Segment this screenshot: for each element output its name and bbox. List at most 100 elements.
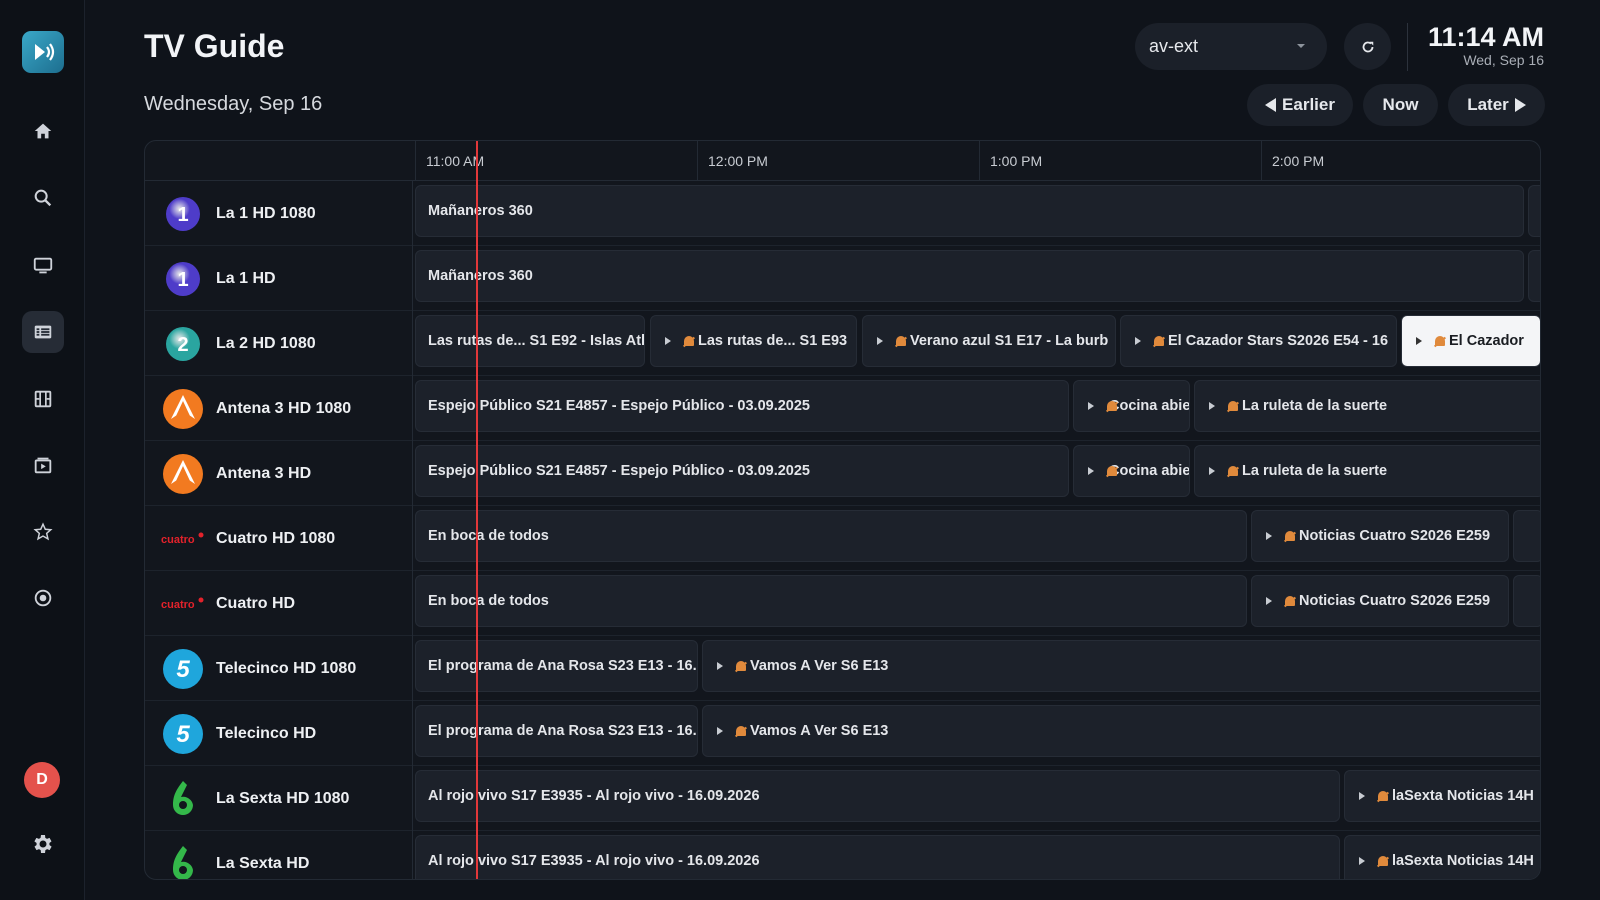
channel-cell[interactable]: Antena 3 HD 1080	[145, 376, 413, 441]
app-logo[interactable]	[22, 31, 64, 73]
later-label: Later	[1467, 95, 1509, 114]
program-cell[interactable]: Las rutas de... S1 E92 - Islas Atlántic	[415, 315, 645, 367]
play-icon	[717, 662, 723, 670]
program-cell[interactable]: Vamos A Ver S6 E13	[702, 705, 1540, 757]
program-cell[interactable]: En boca de todos	[415, 510, 1247, 562]
program-title: La ruleta de la suerte	[1242, 398, 1388, 414]
program-cell[interactable]	[1528, 250, 1540, 302]
channel-name: La Sexta HD	[216, 854, 310, 872]
program-title: El Cazador Stars S2026 E54 - 16	[1168, 333, 1389, 349]
program-cell[interactable]: La ruleta de la suerte	[1194, 445, 1540, 497]
now-button[interactable]: Now	[1363, 84, 1438, 126]
program-cell[interactable]	[1513, 575, 1540, 627]
program-cell[interactable]: laSexta Noticias 14H	[1344, 770, 1540, 822]
earlier-button[interactable]: Earlier	[1247, 84, 1353, 126]
program-cell[interactable]: El programa de Ana Rosa S23 E13 - 16.09.…	[415, 705, 698, 757]
program-cell[interactable]: Espejo Público S21 E4857 - Espejo Públic…	[415, 445, 1069, 497]
program-cell[interactable]: En boca de todos	[415, 575, 1247, 627]
channel-logo-la2: 2	[161, 322, 205, 366]
program-cell[interactable]: Cocina abierta	[1073, 445, 1190, 497]
program-cell[interactable]: Noticias Cuatro S2026 E259	[1251, 575, 1509, 627]
nav-series[interactable]	[22, 444, 64, 486]
gear-icon	[34, 835, 52, 853]
channel-row: Antena 3 HD Espejo Público S21 E4857 - Es…	[145, 441, 1540, 506]
program-title: Verano azul S1 E17 - La burb	[910, 333, 1109, 349]
play-icon	[665, 337, 671, 345]
bell-off-icon	[1284, 530, 1296, 543]
channel-cell[interactable]: 2 La 2 HD 1080	[145, 311, 413, 376]
program-title: Cocina abierta	[1109, 398, 1190, 414]
program-title: Cocina abierta	[1109, 463, 1190, 479]
program-cell[interactable]	[1528, 185, 1540, 237]
channel-name: La 1 HD	[216, 269, 276, 287]
channel-cell[interactable]: Antena 3 HD	[145, 441, 413, 506]
program-cell[interactable]: laSexta Noticias 14H	[1344, 835, 1540, 879]
channel-logo-antena3	[161, 452, 205, 496]
program-cell[interactable]: Espejo Público S21 E4857 - Espejo Públic…	[415, 380, 1069, 432]
channel-cell[interactable]: 5 Telecinco HD 1080	[145, 636, 413, 701]
program-cell[interactable]: El programa de Ana Rosa S23 E13 - 16.09.…	[415, 640, 698, 692]
source-select[interactable]: av-ext	[1135, 23, 1327, 70]
program-cell[interactable]: Las rutas de... S1 E93	[650, 315, 857, 367]
nav-search[interactable]	[22, 177, 64, 219]
channel-name: Antena 3 HD 1080	[216, 399, 352, 417]
program-cell[interactable]: Mañaneros 360	[415, 185, 1524, 237]
bell-off-icon	[735, 660, 747, 673]
earlier-label: Earlier	[1282, 95, 1335, 114]
program-title: Noticias Cuatro S2026 E259	[1299, 528, 1491, 544]
svg-text:2: 2	[177, 334, 188, 356]
program-title: Mañaneros 360	[428, 203, 533, 219]
program-cell[interactable]: El Cazador	[1401, 315, 1540, 367]
nav-movies[interactable]	[22, 378, 64, 420]
program-cell[interactable]: Noticias Cuatro S2026 E259	[1251, 510, 1509, 562]
channel-cell[interactable]: 5 Telecinco HD	[145, 701, 413, 766]
film-icon	[34, 390, 52, 408]
settings-button[interactable]	[28, 830, 56, 858]
play-icon	[1135, 337, 1141, 345]
program-title: Vamos A Ver S6 E13	[750, 723, 889, 739]
program-cell[interactable]: Al rojo vivo S17 E3935 - Al rojo vivo - …	[415, 770, 1340, 822]
time-slot: 12:00 PM	[697, 141, 979, 181]
channel-name: Cuatro HD	[216, 594, 296, 612]
program-cell[interactable]	[1513, 510, 1540, 562]
play-icon	[717, 727, 723, 735]
program-cell[interactable]: El Cazador Stars S2026 E54 - 16	[1120, 315, 1397, 367]
bell-off-icon	[1434, 335, 1446, 348]
channel-logo-lasexta	[161, 842, 205, 879]
program-cell[interactable]: Al rojo vivo S17 E3935 - Al rojo vivo - …	[415, 835, 1340, 879]
nav-guide[interactable]	[22, 311, 64, 353]
bell-off-icon	[1377, 790, 1389, 803]
bell-off-icon	[1227, 400, 1239, 413]
nav-recordings[interactable]	[22, 577, 64, 619]
refresh-button[interactable]	[1344, 23, 1391, 70]
bell-off-icon	[895, 335, 907, 348]
channel-cell[interactable]: cuatro Cuatro HD 1080	[145, 506, 413, 571]
bell-off-icon	[735, 725, 747, 738]
bell-off-icon	[1284, 595, 1296, 608]
play-icon	[1088, 402, 1094, 410]
nav-favorites[interactable]	[22, 511, 64, 553]
channel-cell[interactable]: 1 La 1 HD 1080	[145, 181, 413, 246]
program-cell[interactable]: Verano azul S1 E17 - La burb	[862, 315, 1116, 367]
channel-cell[interactable]: 1 La 1 HD	[145, 246, 413, 311]
program-title: Las rutas de... S1 E92 - Islas Atlántic	[428, 333, 645, 349]
search-icon	[34, 189, 52, 207]
program-title: El programa de Ana Rosa S23 E13 - 16.09.…	[428, 723, 697, 739]
program-title: La ruleta de la suerte	[1242, 463, 1388, 479]
program-cell[interactable]: La ruleta de la suerte	[1194, 380, 1540, 432]
list-icon	[34, 325, 52, 339]
nav-home[interactable]	[22, 110, 64, 152]
program-cell[interactable]: Mañaneros 360	[415, 250, 1524, 302]
chevron-down-icon	[1297, 44, 1305, 48]
channel-cell[interactable]: La Sexta HD 1080	[145, 766, 413, 831]
nav-live-tv[interactable]	[22, 245, 64, 287]
play-icon	[1088, 467, 1094, 475]
program-cell[interactable]: Vamos A Ver S6 E13	[702, 640, 1540, 692]
program-cell[interactable]: Cocina abierta	[1073, 380, 1190, 432]
channel-cell[interactable]: La Sexta HD	[145, 831, 413, 879]
later-button[interactable]: Later	[1448, 84, 1545, 126]
user-avatar[interactable]: D	[24, 762, 60, 798]
bell-off-icon	[1227, 465, 1239, 478]
channel-cell[interactable]: cuatro Cuatro HD	[145, 571, 413, 636]
time-slot: 2:00 PM	[1261, 141, 1540, 181]
